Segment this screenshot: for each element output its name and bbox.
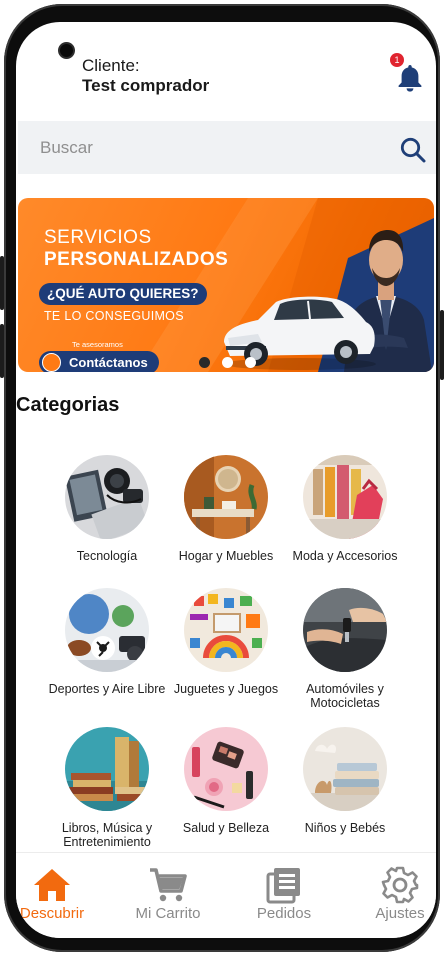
banner-advisor-text: Te asesoramos xyxy=(72,340,123,349)
cart-icon xyxy=(150,868,187,902)
volume-button xyxy=(0,324,4,378)
category-item-technology[interactable]: Tecnología xyxy=(42,455,172,575)
banner-line3: TE LO CONSEGUIMOS xyxy=(44,309,184,323)
client-name: Test comprador xyxy=(82,76,210,95)
app-header: Cliente: Test comprador 1 xyxy=(16,22,436,120)
app-screen: Cliente: Test comprador 1 SERVICIOS PER xyxy=(16,22,436,938)
category-label: Tecnología xyxy=(76,549,138,563)
toys-photo xyxy=(184,588,268,672)
gear-icon xyxy=(381,866,419,904)
category-item-toys[interactable]: Juguetes y Juegos xyxy=(161,588,291,708)
category-label: Moda y Accesorios xyxy=(292,549,398,563)
nav-item-orders[interactable]: Pedidos xyxy=(234,853,334,938)
technology-photo xyxy=(65,455,149,539)
bottom-navigation: Descubrir Mi Carrito Pedidos Ajustes xyxy=(16,852,436,938)
category-label: Deportes y Aire Libre xyxy=(48,682,166,696)
phone-icon xyxy=(42,353,61,372)
banner-line2: PERSONALIZADOS xyxy=(44,249,229,270)
baby-clothes-photo xyxy=(303,727,387,811)
category-label: Hogar y Muebles xyxy=(178,549,274,563)
notification-bell-icon[interactable] xyxy=(394,62,426,94)
phone-frame: Cliente: Test comprador 1 SERVICIOS PER xyxy=(0,4,444,952)
sports-photo xyxy=(65,588,149,672)
nav-label: Descubrir xyxy=(19,905,85,922)
volume-button xyxy=(0,256,4,310)
nav-label: Mi Carrito xyxy=(135,905,201,922)
orders-icon xyxy=(266,868,300,904)
nav-label: Pedidos xyxy=(256,905,312,922)
fashion-photo xyxy=(303,455,387,539)
contact-button[interactable]: Contáctanos xyxy=(39,351,159,372)
nav-item-discover[interactable]: Descubrir xyxy=(16,853,102,938)
category-label: Salud y Belleza xyxy=(182,821,270,835)
nav-item-settings[interactable]: Ajustes xyxy=(350,853,436,938)
books-photo xyxy=(65,727,149,811)
pagination-dot[interactable] xyxy=(199,357,210,368)
category-item-sports[interactable]: Deportes y Aire Libre xyxy=(42,588,172,708)
search-bar xyxy=(18,121,436,174)
category-label: Libros, Música y Entretenimiento xyxy=(61,821,153,849)
promo-banner[interactable]: SERVICIOS PERSONALIZADOS ¿QUÉ AUTO QUIER… xyxy=(18,198,434,372)
category-item-books[interactable]: Libros, Música y Entretenimiento xyxy=(42,727,172,849)
car-keys-photo xyxy=(303,588,387,672)
category-label: Juguetes y Juegos xyxy=(173,682,279,696)
car-photo xyxy=(224,296,376,370)
client-label: Cliente: xyxy=(82,56,140,75)
category-item-cars[interactable]: Automóviles y Motocicletas xyxy=(280,588,410,710)
category-label: Niños y Bebés xyxy=(304,821,386,835)
search-icon[interactable] xyxy=(399,136,427,164)
search-input[interactable] xyxy=(40,133,370,163)
banner-question: ¿QUÉ AUTO QUIERES? xyxy=(39,283,207,305)
home-icon xyxy=(34,869,70,901)
categories-title: Categorias xyxy=(16,394,120,416)
pagination-dot[interactable] xyxy=(222,357,233,368)
pagination-dot[interactable] xyxy=(245,357,256,368)
nav-label: Ajustes xyxy=(375,905,425,922)
cosmetics-photo xyxy=(184,727,268,811)
category-item-kids[interactable]: Niños y Bebés xyxy=(280,727,410,847)
power-button xyxy=(440,310,444,380)
contact-button-label: Contáctanos xyxy=(69,355,148,370)
banner-line1: SERVICIOS xyxy=(44,227,152,248)
home-furniture-photo xyxy=(184,455,268,539)
category-label: Automóviles y Motocicletas xyxy=(306,682,384,710)
nav-item-cart[interactable]: Mi Carrito xyxy=(118,853,218,938)
notification-badge: 1 xyxy=(390,53,404,67)
category-item-beauty[interactable]: Salud y Belleza xyxy=(161,727,291,847)
category-item-home[interactable]: Hogar y Muebles xyxy=(161,455,291,575)
category-item-fashion[interactable]: Moda y Accesorios xyxy=(280,455,410,575)
